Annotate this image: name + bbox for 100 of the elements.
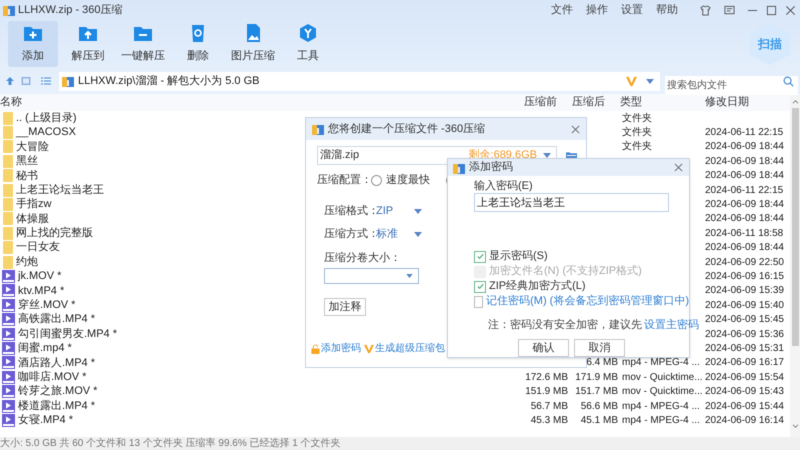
file-name[interactable]: 体操服 — [16, 210, 49, 228]
checkbox[interactable] — [474, 280, 486, 292]
table-cell: 2024-06-09 15:31 — [705, 342, 784, 354]
file-name[interactable]: 上老王论坛当老王 — [16, 182, 104, 198]
file-name[interactable]: .. (上级目录) — [16, 110, 76, 126]
table-cell: 文件夹 — [622, 127, 652, 138]
scroll-up-icon[interactable] — [792, 99, 798, 104]
window-title: LLHXW.zip - 360压缩 — [18, 2, 123, 18]
menu-item[interactable]: 帮助 — [656, 2, 678, 18]
table-cell: 171.9 MB — [575, 372, 618, 383]
file-name[interactable]: 穿丝.MOV * — [18, 297, 76, 314]
table-cell: 172.6 MB — [525, 372, 568, 383]
toolbar-button[interactable]: 工具 — [283, 21, 333, 67]
table-cell: 文件夹 — [622, 112, 652, 124]
table-cell: 2024-06-09 16:14 — [705, 414, 784, 426]
file-name[interactable]: 高铁露出.MP4 * — [18, 311, 96, 328]
message-icon[interactable] — [724, 4, 735, 16]
column-header[interactable]: 修改日期 — [703, 94, 790, 111]
file-name[interactable]: 大冒险 — [16, 138, 49, 156]
link[interactable]: 设置主密码 — [644, 316, 699, 334]
folder-icon — [3, 256, 13, 269]
checkbox[interactable] — [474, 296, 484, 308]
password-field[interactable]: 上老王论坛当老王 — [474, 193, 669, 212]
list-icon[interactable] — [40, 76, 51, 86]
file-name[interactable]: 约炮 — [16, 254, 38, 270]
close-icon[interactable] — [785, 4, 796, 16]
view-icon[interactable] — [20, 76, 31, 86]
file-name[interactable]: 勾引闺蜜男友.MP4 * — [18, 326, 118, 342]
table-cell: 2024-06-09 18:44 — [705, 242, 784, 254]
checkbox-label[interactable]: 显示密码(S) — [489, 248, 548, 265]
column-header[interactable]: 名称 — [0, 94, 520, 111]
file-name[interactable]: 秘书 — [16, 168, 38, 184]
link[interactable]: 添加密码 — [311, 341, 361, 356]
file-name[interactable]: 网上找的完整版 — [16, 225, 93, 242]
toolbar-button[interactable]: 一键解压 — [118, 21, 168, 67]
menu-item[interactable]: 操作 — [586, 2, 608, 18]
menu-item[interactable]: 文件 — [551, 2, 573, 18]
file-name[interactable]: __MACOSX — [16, 124, 76, 141]
checkbox[interactable] — [474, 250, 486, 262]
folder-icon — [3, 212, 13, 226]
folder-icon — [3, 184, 13, 197]
table-cell: 6.4 MB — [586, 357, 618, 368]
radio-label[interactable]: 速度最快 — [386, 172, 430, 188]
dialog-button[interactable]: 取消 — [574, 339, 625, 357]
folder-icon — [3, 169, 13, 182]
table-cell: 2024-06-09 15:54 — [705, 372, 784, 383]
table-cell: 2024-06-09 15:36 — [705, 328, 784, 340]
close-icon[interactable] — [674, 163, 683, 172]
file-name[interactable]: 铃芽之旅.MOV * — [18, 383, 98, 400]
table-cell: 2024-06-09 18:44 — [705, 170, 784, 182]
caret-icon[interactable] — [414, 232, 422, 236]
close-icon[interactable] — [571, 124, 580, 134]
file-name[interactable]: 咖啡店.MOV * — [18, 368, 86, 386]
dialog-button[interactable]: 确认 — [518, 339, 569, 357]
caret-icon[interactable] — [414, 208, 422, 214]
address-field[interactable]: LLHXW.zip\溜溜 - 解包大小为 5.0 GB — [58, 72, 660, 90]
column-header[interactable]: 类型 — [620, 94, 703, 111]
menu-item[interactable]: 设置 — [621, 2, 643, 18]
column-header[interactable]: 压缩后 — [570, 94, 620, 111]
radio-button[interactable] — [371, 174, 382, 186]
comment-button[interactable]: 加注释 — [324, 298, 366, 316]
dropdown[interactable]: ZIP — [376, 202, 422, 220]
search-field[interactable]: 搜索包内文件 — [665, 76, 798, 94]
checkbox-label[interactable]: ZIP经典加密方式(L) — [489, 278, 586, 295]
search-icon[interactable] — [783, 76, 794, 86]
table-cell: 2024-06-09 16:17 — [705, 357, 784, 368]
caret-icon[interactable] — [406, 274, 413, 278]
toolbar-button[interactable]: 删除 — [173, 21, 223, 67]
column-header[interactable]: 压缩前 — [520, 94, 570, 111]
caret-icon[interactable] — [646, 78, 654, 84]
file-name[interactable]: 闺蜜.mp4 * — [18, 340, 72, 357]
file-name[interactable]: 女寝.MP4 * — [18, 412, 74, 429]
dropdown[interactable]: 标准 — [376, 226, 422, 242]
maximize-icon[interactable] — [766, 4, 777, 16]
zip-icon — [312, 123, 324, 135]
file-name[interactable]: 楼道露出.MP4 * — [18, 398, 96, 414]
toolbar-button[interactable]: 添加 — [8, 21, 58, 67]
table-cell: 151.9 MB — [525, 386, 568, 398]
file-name[interactable]: ktv.MP4 * — [18, 282, 64, 300]
file-name[interactable]: 一日女友 — [16, 239, 60, 256]
dialog-title: 您将创建一个压缩文件 -360压缩 — [328, 122, 486, 137]
field-label: 压缩方式： — [324, 226, 376, 242]
dropdown[interactable] — [324, 268, 419, 284]
scroll-down-icon[interactable] — [792, 424, 798, 429]
table-cell: 2024-06-09 18:44 — [705, 199, 784, 210]
scrollbar-thumb[interactable] — [792, 108, 798, 346]
status-bar: 大小: 5.0 GB 共 60 个文件和 13 个文件夹 压缩率 99.6% 已经选择 1 个文件夹 — [0, 437, 800, 450]
up-arrow-icon[interactable] — [5, 76, 15, 86]
table-cell: mp4 - MPEG-4 ... — [622, 414, 700, 426]
toolbar-button[interactable]: 解压到 — [63, 21, 113, 67]
file-name[interactable]: 酒店路人.MP4 * — [18, 354, 96, 372]
file-name[interactable]: 黑丝 — [16, 153, 38, 170]
file-name[interactable]: jk.MOV * — [18, 268, 62, 285]
table-cell: 2024-06-09 15:43 — [705, 386, 784, 398]
checkbox-label[interactable]: 记住密码(M) (将会备忘到密码管理窗口中) — [486, 293, 689, 310]
shirt-icon[interactable] — [700, 4, 711, 16]
toolbar-button[interactable]: 图片压缩 — [228, 21, 278, 67]
file-name[interactable]: 手指zw — [16, 196, 52, 213]
v-logo-icon[interactable] — [626, 76, 637, 86]
link[interactable]: 生成超级压缩包 — [364, 341, 445, 356]
